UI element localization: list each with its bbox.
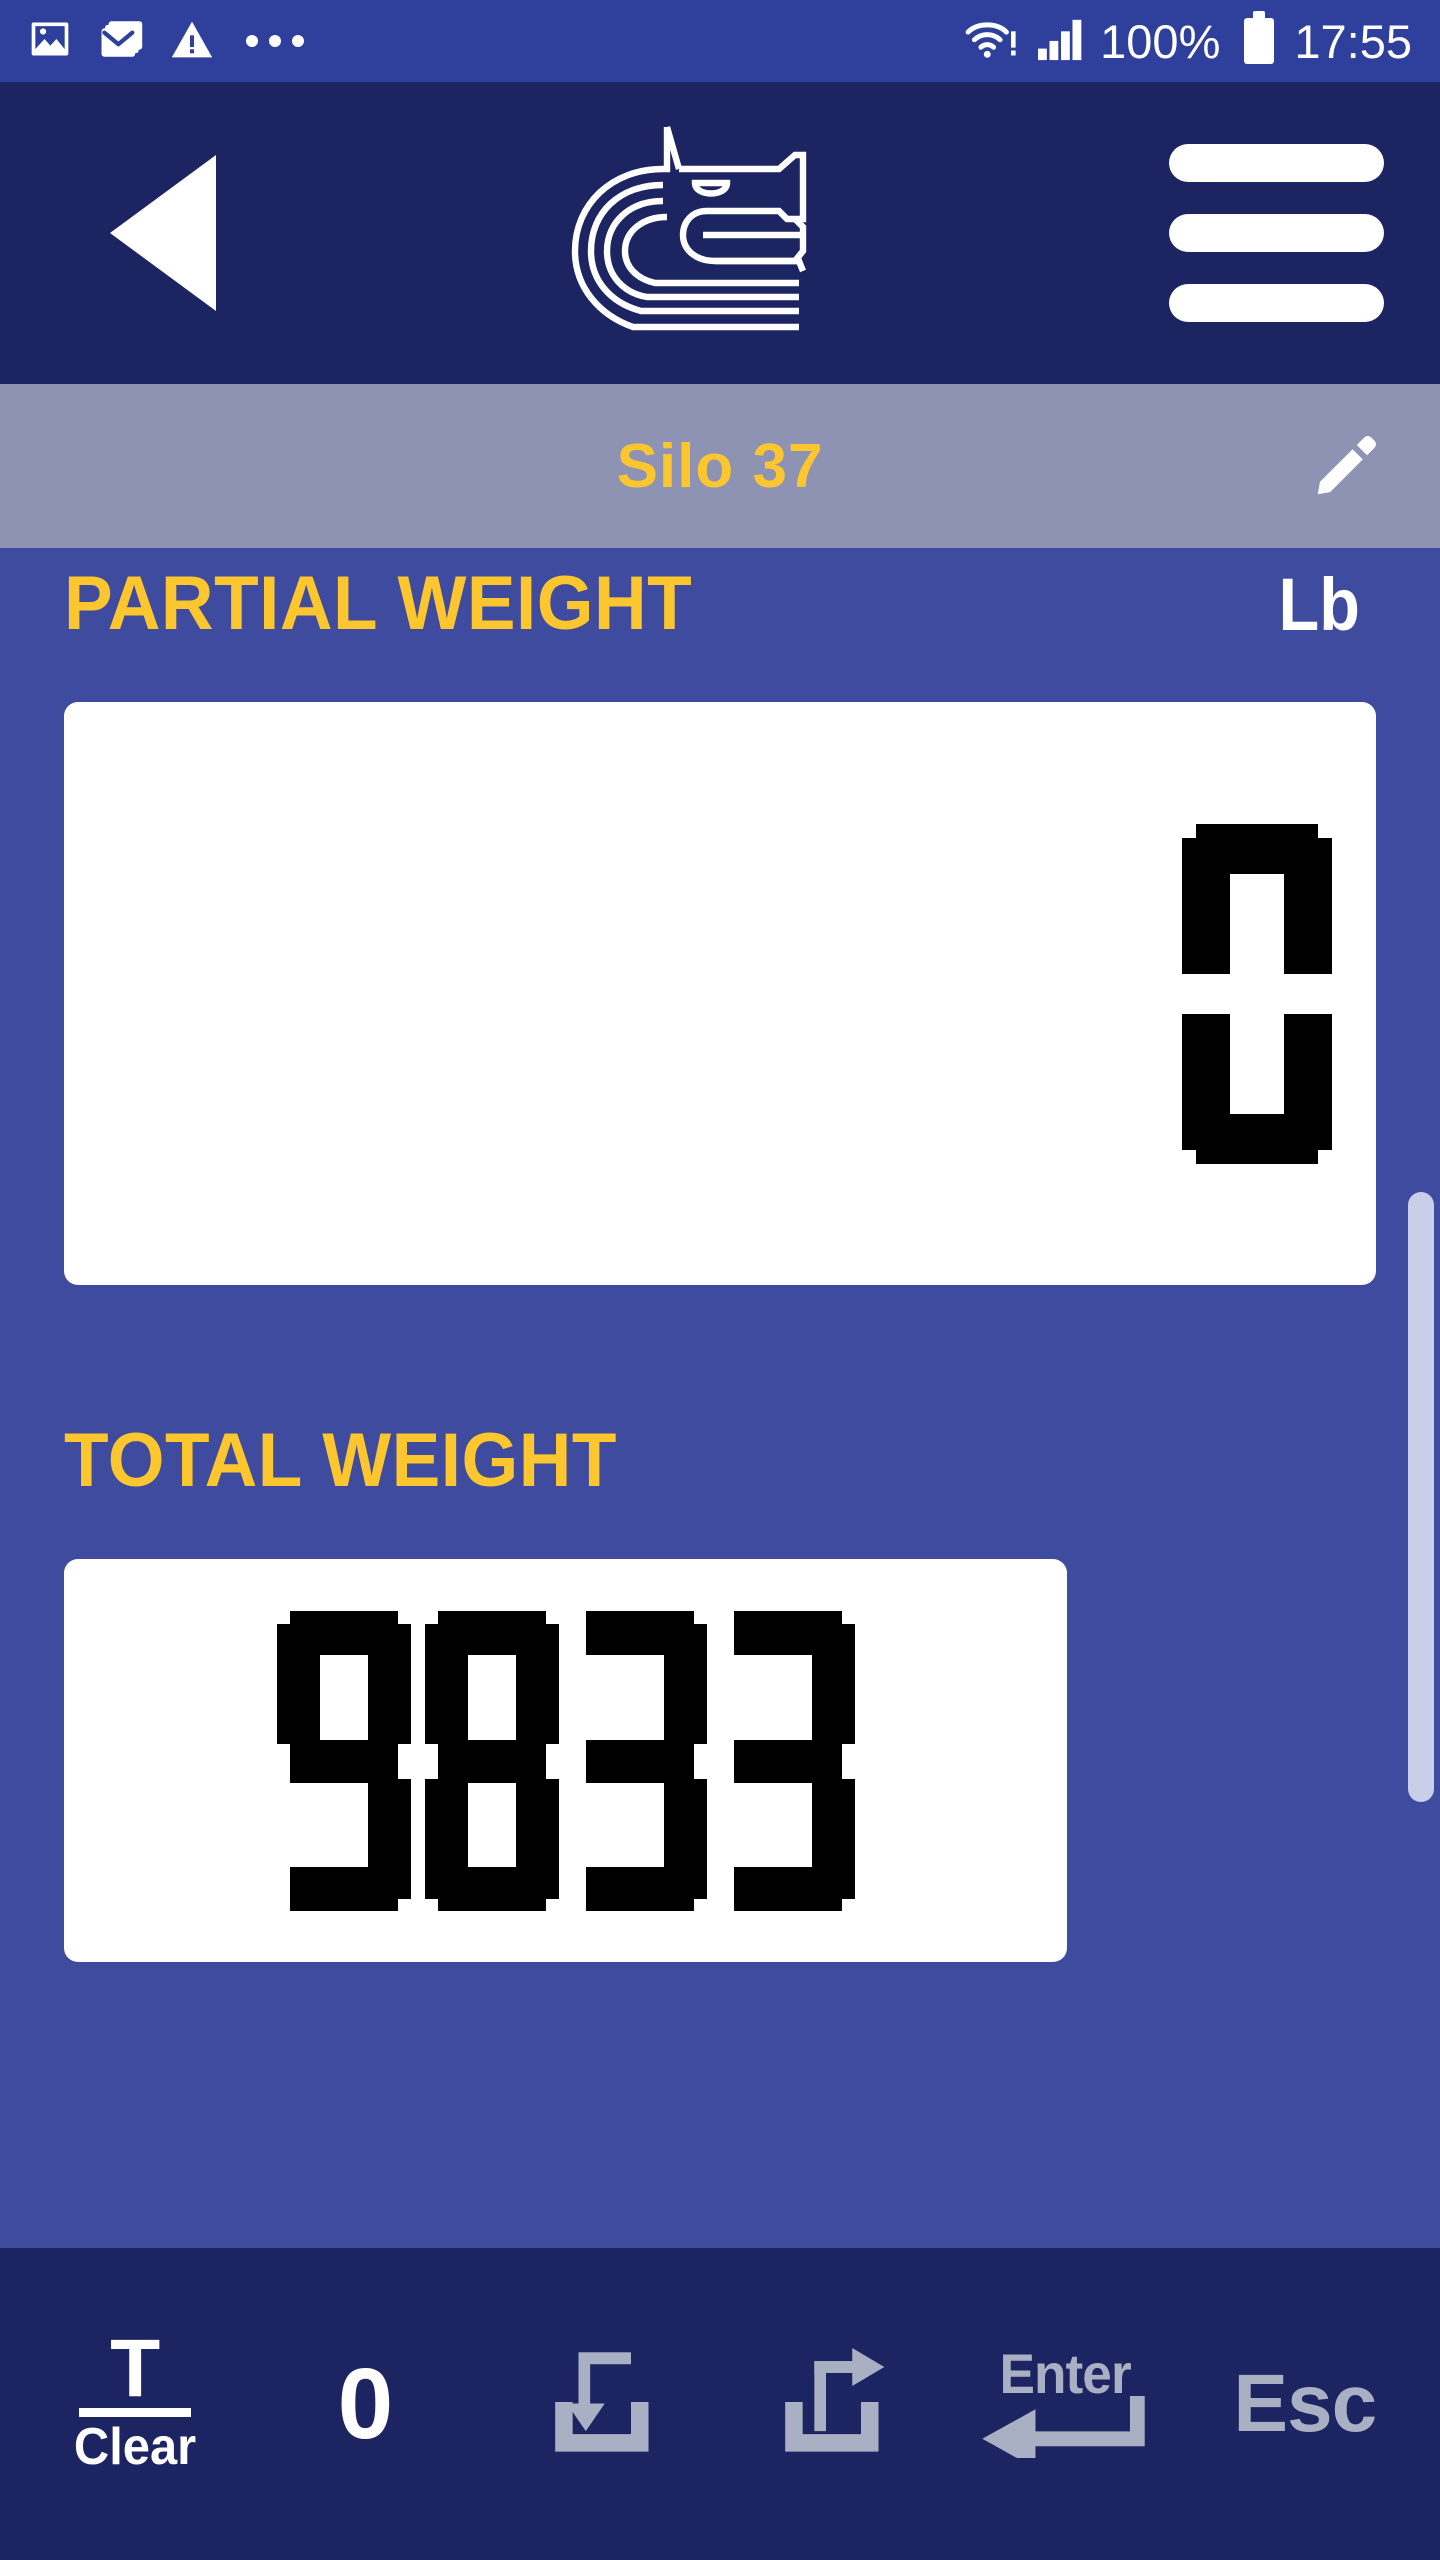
app-screen: 100% 17:55 Silo 37 PARTIAL WEIGHT Lb TOT… <box>0 0 1440 2560</box>
menu-bar-3 <box>1169 284 1384 322</box>
load-out-button[interactable] <box>751 2304 901 2504</box>
app-header <box>0 82 1440 384</box>
more-dots-icon <box>246 35 304 47</box>
battery-full-icon <box>1244 11 1275 64</box>
seven-segment-digit <box>276 1610 411 1911</box>
partial-weight-digits <box>1182 823 1332 1164</box>
bottom-toolbar: T Clear 0 Enter Esc <box>0 2248 1440 2560</box>
clock-label: 17:55 <box>1294 14 1412 68</box>
zero-label: 0 <box>337 2348 394 2460</box>
seven-segment-digit <box>721 1610 855 1911</box>
tare-symbol-label: T <box>110 2322 161 2414</box>
seven-segment-digit <box>573 1610 707 1911</box>
status-bar-right: 100% 17:55 <box>964 11 1412 68</box>
arrow-into-tray-icon <box>526 2332 666 2477</box>
arrow-out-of-tray-icon <box>756 2332 896 2477</box>
seven-segment-digit <box>424 1610 559 1911</box>
cellular-signal-icon <box>1036 16 1086 67</box>
hamburger-menu-icon[interactable] <box>1169 144 1384 322</box>
menu-bar-1 <box>1169 144 1384 182</box>
load-in-button[interactable] <box>521 2304 671 2504</box>
battery-percent-label: 100% <box>1100 14 1221 68</box>
esc-button[interactable]: Esc <box>1230 2304 1380 2504</box>
status-bar-left <box>28 17 304 66</box>
partial-weight-header: PARTIAL WEIGHT Lb <box>0 566 1440 642</box>
tare-clear-button[interactable]: T Clear <box>60 2304 210 2504</box>
esc-label: Esc <box>1233 2358 1377 2449</box>
return-arrow-icon <box>981 2395 1149 2468</box>
clear-label: Clear <box>74 2418 197 2477</box>
tare-divider <box>79 2408 192 2418</box>
status-bar: 100% 17:55 <box>0 0 1440 82</box>
total-weight-display[interactable] <box>64 1559 1067 1962</box>
partial-weight-display[interactable] <box>64 702 1376 1285</box>
warning-icon <box>170 18 214 65</box>
seven-segment-digit <box>1182 823 1332 1164</box>
page-title: Silo 37 <box>616 431 824 501</box>
total-weight-digits <box>276 1610 855 1911</box>
wifi-warning-icon <box>964 16 1022 67</box>
total-weight-header: TOTAL WEIGHT <box>0 1423 1440 1499</box>
enter-label: Enter <box>999 2341 1132 2405</box>
zero-button[interactable]: 0 <box>290 2304 440 2504</box>
total-weight-label: TOTAL WEIGHT <box>64 1418 617 1503</box>
weight-content: PARTIAL WEIGHT Lb TOTAL WEIGHT <box>0 548 1440 2248</box>
back-arrow-icon[interactable] <box>110 155 216 311</box>
partial-weight-label: PARTIAL WEIGHT <box>64 561 693 646</box>
horse-head-logo <box>543 93 843 373</box>
menu-bar-2 <box>1169 214 1384 252</box>
vertical-scrollbar[interactable] <box>1408 1192 1434 1802</box>
gallery-icon <box>28 17 72 66</box>
silo-title-bar: Silo 37 <box>0 384 1440 548</box>
partial-weight-unit: Lb <box>1278 563 1360 646</box>
mail-icon <box>98 17 144 66</box>
pencil-edit-icon[interactable] <box>1310 430 1382 502</box>
enter-button[interactable]: Enter <box>981 2304 1149 2504</box>
